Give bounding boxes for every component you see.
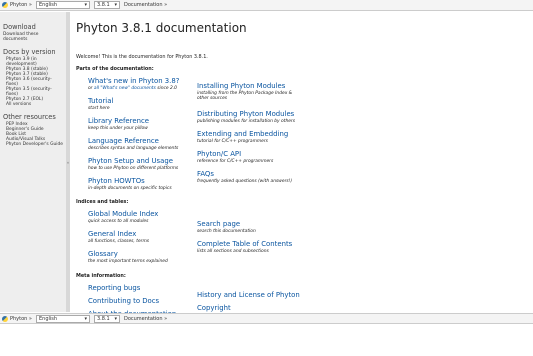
doc-link-block: Library Reference keep this under your p…	[88, 117, 149, 131]
language-select[interactable]: English ▾	[35, 1, 90, 9]
doc-link-desc: or all "What's new" documents since 2.0	[88, 86, 179, 91]
index-link-desc: all functions, classes, terms	[88, 239, 150, 244]
language-select-value: English	[38, 315, 58, 322]
doc-link-desc: frequently asked questions (with answers…	[197, 179, 293, 184]
breadcrumb-home[interactable]: Phyton »	[10, 316, 32, 322]
doc-link[interactable]: Tutorial	[88, 97, 113, 105]
desc-text: since 2.0	[155, 86, 177, 91]
breadcrumb-documentation[interactable]: Documentation »	[124, 2, 167, 8]
index-link[interactable]: Glossary	[88, 250, 168, 258]
index-link[interactable]: General Index	[88, 230, 149, 238]
doc-link-block: Tutorial start here	[88, 97, 113, 111]
index-link-block: Glossary the most important terms explai…	[88, 250, 168, 264]
doc-link-desc: in-depth documents on specific topics	[88, 186, 172, 191]
doc-link-block: Distributing Phyton Modules publishing m…	[197, 110, 295, 124]
download-link[interactable]: Download these documents	[3, 32, 63, 42]
doc-link[interactable]: Phyton/C API	[197, 150, 273, 158]
meta-link[interactable]: Reporting bugs	[88, 284, 140, 292]
version-select-value: 3.8.1	[96, 2, 110, 8]
index-link[interactable]: Global Module Index	[88, 210, 158, 218]
index-link[interactable]: Complete Table of Contents	[197, 240, 292, 248]
chevron-down-icon: ▾	[84, 315, 87, 322]
doc-link-block: Phyton Setup and Usage how to use Phyton…	[88, 157, 178, 171]
meta-link-block: Reporting bugs	[88, 284, 140, 292]
whatsnew-all-link[interactable]: all "What's new" documents	[94, 86, 156, 91]
indices-heading: Indices and tables:	[76, 199, 129, 205]
chevron-down-icon: ▾	[84, 2, 87, 8]
top-navigation-bar: Phyton » English ▾ 3.8.1 ▾ Documentation »	[0, 0, 533, 11]
version-select-value: 3.8.1	[96, 315, 110, 322]
page-title: Phyton 3.8.1 documentation	[76, 21, 247, 35]
doc-link-desc: describes syntax and language elements	[88, 146, 179, 151]
python-logo-icon[interactable]	[2, 315, 8, 322]
doc-link-desc: other sources	[197, 96, 228, 101]
doc-link[interactable]: FAQs	[197, 170, 292, 178]
download-heading: Download	[3, 23, 36, 31]
meta-link[interactable]: Copyright	[197, 304, 231, 312]
sidebar-collapse-button[interactable]: «	[66, 12, 70, 312]
index-link-block: Complete Table of Contents lists all sec…	[197, 240, 292, 254]
language-select-value: English	[38, 2, 58, 8]
doc-link[interactable]: What's new in Phyton 3.8?	[88, 77, 179, 85]
doc-link-block: Phyton HOWTOs in-depth documents on spec…	[88, 177, 172, 191]
index-link-block: General Index all functions, classes, te…	[88, 230, 149, 244]
doc-link-desc: publishing modules for installation by o…	[197, 119, 296, 124]
meta-link-block: Copyright	[197, 304, 231, 312]
breadcrumb-home[interactable]: Phyton »	[10, 2, 32, 8]
doc-link-block: Language Reference describes syntax and …	[88, 137, 178, 151]
meta-link-block: History and License of Phyton	[197, 291, 300, 299]
version-select[interactable]: 3.8.1 ▾	[93, 1, 120, 9]
parts-heading: Parts of the documentation:	[76, 66, 154, 72]
doc-link-desc: how to use Phyton on different platforms	[88, 166, 179, 171]
doc-link[interactable]: Distributing Phyton Modules	[197, 110, 295, 118]
index-link-desc: quick access to all modules	[88, 219, 149, 224]
index-link-desc: lists all sections and subsections	[197, 249, 269, 254]
doc-link[interactable]: Phyton HOWTOs	[88, 177, 172, 185]
chevron-down-icon: ▾	[114, 315, 117, 322]
versions-heading: Docs by version	[3, 48, 56, 56]
chevron-down-icon: ▾	[114, 2, 117, 8]
main-content: Phyton 3.8.1 documentation Welcome! This…	[76, 12, 526, 318]
index-link-desc: search this documentation	[197, 229, 256, 234]
doc-link-block: What's new in Phyton 3.8? or all "What's…	[88, 77, 179, 91]
index-link-desc: the most important terms explained	[88, 259, 168, 264]
doc-link[interactable]: Language Reference	[88, 137, 178, 145]
doc-link-block: Installing Phyton Modules installing fro…	[197, 82, 292, 101]
welcome-text: Welcome! This is the documentation for P…	[76, 54, 208, 60]
index-link-block: Global Module Index quick access to all …	[88, 210, 158, 224]
collapse-icon: «	[66, 159, 70, 165]
index-link[interactable]: Search page	[197, 220, 256, 228]
version-select[interactable]: 3.8.1 ▾	[93, 314, 120, 323]
doc-link-desc: tutorial for C/C++ programmers	[197, 139, 268, 144]
bottom-navigation-bar: Phyton » English ▾ 3.8.1 ▾ Documentation »	[0, 313, 533, 324]
python-logo-icon[interactable]	[2, 2, 8, 8]
index-link-block: Search page search this documentation	[197, 220, 256, 234]
doc-link-block: Phyton/C API reference for C/C++ program…	[197, 150, 273, 164]
version-link[interactable]: Phyton 3.6 (security-fixes)	[3, 77, 63, 87]
doc-link[interactable]: Installing Phyton Modules	[197, 82, 292, 90]
meta-link-block: Contributing to Docs	[88, 297, 159, 305]
sidebar: Download Download these documents Docs b…	[0, 12, 66, 312]
language-select[interactable]: English ▾	[35, 314, 90, 323]
doc-link-block: FAQs frequently asked questions (with an…	[197, 170, 292, 184]
doc-link-desc: start here	[88, 106, 110, 111]
resources-heading: Other resources	[3, 113, 56, 121]
version-link[interactable]: Phyton 3.5 (security-fixes)	[3, 87, 63, 97]
breadcrumb-documentation[interactable]: Documentation »	[124, 316, 167, 322]
meta-link[interactable]: History and License of Phyton	[197, 291, 300, 299]
doc-link[interactable]: Phyton Setup and Usage	[88, 157, 178, 165]
doc-link-block: Extending and Embedding tutorial for C/C…	[197, 130, 288, 144]
doc-link[interactable]: Library Reference	[88, 117, 149, 125]
meta-heading: Meta information:	[76, 273, 126, 279]
meta-link[interactable]: Contributing to Docs	[88, 297, 159, 305]
doc-link-desc: reference for C/C++ programmers	[197, 159, 274, 164]
doc-link[interactable]: Extending and Embedding	[197, 130, 288, 138]
version-link[interactable]: All versions	[3, 102, 63, 107]
doc-link-desc: keep this under your pillow	[88, 126, 148, 131]
resource-link[interactable]: Phyton Developer's Guide	[3, 142, 63, 147]
